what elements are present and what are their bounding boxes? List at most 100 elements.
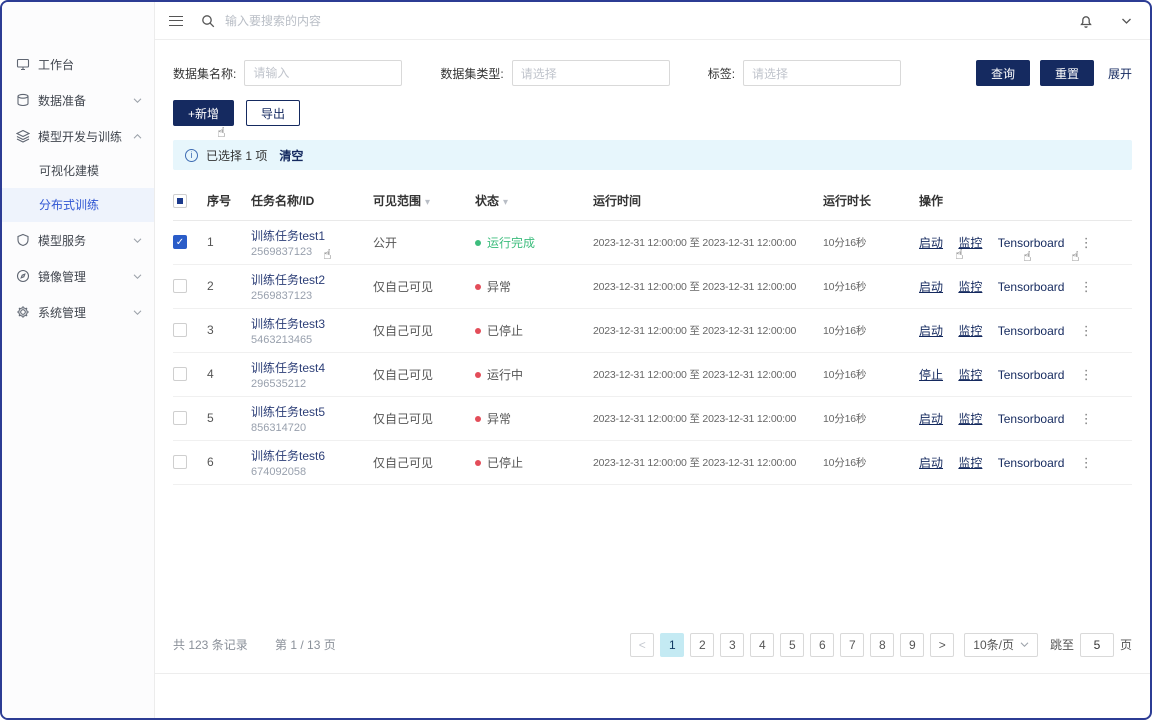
row-checkbox[interactable] (173, 323, 187, 337)
task-id: 296535212 (251, 378, 373, 390)
run-duration: 10分16秒 (823, 220, 919, 264)
status-dot (475, 240, 481, 246)
more-actions-icon[interactable]: ⋮ (1080, 323, 1093, 338)
page-button[interactable]: 4 (750, 633, 774, 657)
status-text: 已停止 (487, 324, 523, 338)
sidebar-item-visual-modeling[interactable]: 可视化建模 (2, 154, 154, 188)
sidebar-item-distributed-training[interactable]: 分布式训练 (2, 188, 154, 222)
export-button[interactable]: 导出 (246, 100, 300, 126)
start-button[interactable]: 启动 (919, 324, 943, 338)
page-size-select[interactable]: 10条/页 (964, 633, 1038, 657)
compass-icon (16, 269, 30, 283)
chevron-down-icon (133, 237, 142, 244)
row-index: 2 (207, 264, 251, 308)
search-icon[interactable] (201, 14, 215, 28)
row-checkbox[interactable] (173, 279, 187, 293)
tensorboard-button[interactable]: Tensorboard (998, 368, 1065, 382)
clear-selection-link[interactable]: 清空 (279, 147, 303, 164)
search-button[interactable]: 查询 (976, 60, 1030, 86)
more-actions-icon[interactable]: ⋮ (1080, 235, 1093, 250)
page-button[interactable]: 7 (840, 633, 864, 657)
monitor-button[interactable]: 监控 (958, 412, 982, 426)
start-button[interactable]: 启动 (919, 280, 943, 294)
sidebar-item-model-dev-training[interactable]: 模型开发与训练 (2, 118, 154, 154)
reset-button[interactable]: 重置 (1040, 60, 1094, 86)
task-id: 2569837123 (251, 290, 373, 302)
monitor-button[interactable]: 监控 (958, 324, 982, 338)
bell-icon[interactable] (1079, 14, 1093, 28)
page-button[interactable]: 1 (660, 633, 684, 657)
row-checkbox[interactable]: ✓ (173, 235, 187, 249)
sidebar-item-model-service[interactable]: 模型服务 (2, 222, 154, 258)
sidebar-item-label: 可视化建模 (39, 164, 99, 178)
chevron-down-icon[interactable] (1121, 17, 1132, 25)
task-name-link[interactable]: 训练任务test6 (251, 447, 373, 464)
add-button[interactable]: +新增 (173, 100, 234, 126)
column-header[interactable]: 状态▾ (475, 182, 593, 220)
sidebar: 工作台 数据准备 模型开发与训练 可视化建模 分布式训练 模型服务 (2, 2, 155, 718)
tensorboard-button[interactable]: Tensorboard (998, 456, 1065, 470)
tensorboard-button[interactable]: Tensorboard (998, 412, 1065, 426)
filter-caret-icon[interactable]: ▾ (425, 197, 430, 208)
tag-select[interactable]: 请选择 (743, 60, 901, 86)
more-actions-icon[interactable]: ⋮ (1080, 279, 1093, 294)
page-button[interactable]: 6 (810, 633, 834, 657)
task-id: 856314720 (251, 422, 373, 434)
status-dot (475, 328, 481, 334)
filter-caret-icon[interactable]: ▾ (503, 197, 508, 208)
sidebar-item-data-preparation[interactable]: 数据准备 (2, 82, 154, 118)
database-icon (16, 93, 30, 107)
monitor-button[interactable]: 监控 (958, 456, 982, 470)
visibility-scope: 仅自己可见 (373, 352, 475, 396)
sidebar-item-workbench[interactable]: 工作台 (2, 46, 154, 82)
monitor-button[interactable]: 监控 (958, 280, 982, 294)
next-page-button[interactable]: > (930, 633, 954, 657)
layers-icon (16, 129, 30, 143)
tensorboard-button[interactable]: Tensorboard (998, 324, 1065, 338)
sidebar-item-label: 工作台 (38, 56, 142, 73)
monitor-button[interactable]: 监控 (958, 368, 982, 382)
start-button[interactable]: 启动 (919, 456, 943, 470)
tensorboard-button[interactable]: Tensorboard (998, 236, 1065, 250)
task-name-link[interactable]: 训练任务test1 (251, 227, 373, 244)
start-button[interactable]: 启动 (919, 236, 943, 250)
page-content: 数据集名称: 数据集类型: 请选择 标签: 请选择 查询 重置 展开 +新增 (155, 40, 1150, 718)
task-name-link[interactable]: 训练任务test4 (251, 359, 373, 376)
page-size-value: 10条/页 (973, 636, 1014, 653)
sidebar-item-system-management[interactable]: 系统管理 (2, 294, 154, 330)
dataset-type-select[interactable]: 请选择 (512, 60, 670, 86)
start-button[interactable]: 启动 (919, 412, 943, 426)
menu-icon[interactable] (169, 16, 183, 26)
more-actions-icon[interactable]: ⋮ (1080, 455, 1093, 470)
column-header[interactable]: 可见范围▾ (373, 182, 475, 220)
cursor-icon: ☝ (1071, 249, 1080, 263)
page-button[interactable]: 2 (690, 633, 714, 657)
run-duration: 10分16秒 (823, 352, 919, 396)
table-row: 6 训练任务test6 674092058 仅自己可见 已停止 2023-12-… (173, 440, 1132, 484)
task-name-link[interactable]: 训练任务test2 (251, 271, 373, 288)
stop-button[interactable]: 停止 (919, 368, 943, 382)
page-button[interactable]: 3 (720, 633, 744, 657)
jump-page-input[interactable] (1080, 633, 1114, 657)
tensorboard-button[interactable]: Tensorboard (998, 280, 1065, 294)
monitor-button[interactable]: 监控 (958, 236, 982, 250)
column-header: 运行时长 (823, 182, 919, 220)
select-all-checkbox[interactable] (173, 194, 187, 208)
page-button[interactable]: 5 (780, 633, 804, 657)
status-text: 已停止 (487, 456, 523, 470)
more-actions-icon[interactable]: ⋮ (1080, 411, 1093, 426)
row-checkbox[interactable] (173, 411, 187, 425)
row-checkbox[interactable] (173, 455, 187, 469)
global-search-input[interactable] (225, 14, 1059, 28)
task-name-link[interactable]: 训练任务test3 (251, 315, 373, 332)
row-checkbox[interactable] (173, 367, 187, 381)
dataset-name-input[interactable] (244, 60, 402, 86)
select-placeholder: 请选择 (521, 65, 557, 82)
prev-page-button[interactable]: < (630, 633, 654, 657)
task-name-link[interactable]: 训练任务test5 (251, 403, 373, 420)
expand-link[interactable]: 展开 (1108, 65, 1132, 82)
page-button[interactable]: 8 (870, 633, 894, 657)
sidebar-item-image-management[interactable]: 镜像管理 (2, 258, 154, 294)
page-button[interactable]: 9 (900, 633, 924, 657)
more-actions-icon[interactable]: ⋮ (1080, 367, 1093, 382)
